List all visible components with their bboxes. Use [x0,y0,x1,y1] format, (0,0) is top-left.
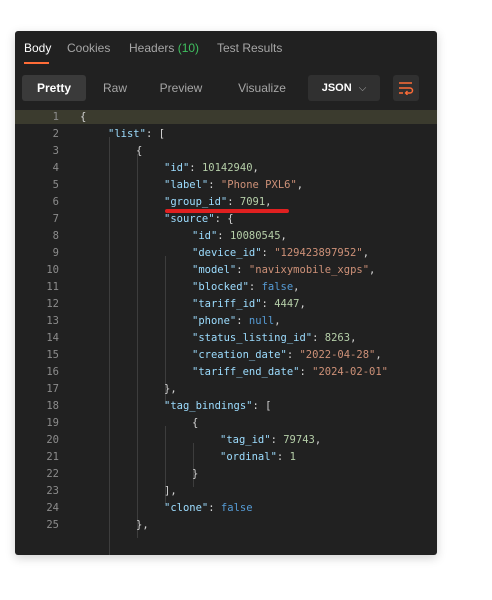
code-text: "ordinal": 1 [220,451,296,463]
response-panel: Body Cookies Headers (10) Test Results P… [15,31,437,555]
chevron-down-icon: ⌵ [358,83,367,94]
json-code-view[interactable]: 1 {2 "list": [ 3 {4 "id": 10142940, 5 "label": … [15,108,437,555]
indent-guide [137,154,138,538]
raw-button[interactable]: Raw [93,75,137,101]
line-number: 1 [52,111,59,123]
active-tab-indicator [24,62,49,64]
code-text: "status_listing_id": 8263, [192,332,357,344]
line-number: 15 [46,349,59,361]
code-text: "list": [ [108,128,165,140]
line-number: 9 [52,247,59,259]
indent-guide [109,137,110,555]
line-number: 19 [46,417,59,429]
code-text: "tariff_id": 4447, [192,298,306,310]
code-text: "label": "Phone PXL6", [164,179,304,191]
code-text: "tag_id": 79743, [220,434,322,446]
code-text: }, [164,383,177,395]
tab-cookies[interactable]: Cookies [67,41,110,55]
tab-body[interactable]: Body [24,41,51,55]
line-number: 3 [52,145,59,157]
code-text: "clone": false [164,502,253,514]
code-text: }, [136,519,149,531]
code-text: "device_id": "129423897952", [192,247,370,259]
line-number: 18 [46,400,59,412]
code-text: "source": { [164,213,234,225]
preview-button[interactable]: Preview [149,75,213,101]
line-number: 2 [52,128,59,140]
line-number: 21 [46,451,59,463]
line-number: 17 [46,383,59,395]
pretty-button[interactable]: Pretty [22,75,86,101]
code-text: } [192,468,199,480]
code-text: "creation_date": "2022-04-28", [192,349,382,361]
line-number: 14 [46,332,59,344]
code-text: "phone": null, [192,315,281,327]
code-text: { [80,111,87,123]
code-text: "tag_bindings": [ [164,400,272,412]
tab-headers[interactable]: Headers (10) [129,41,199,55]
line-number: 24 [46,502,59,514]
code-text: { [192,417,199,429]
line-number: 16 [46,366,59,378]
code-text: "tariff_end_date": "2024-02-01" [192,366,388,378]
code-text: "blocked": false, [192,281,300,293]
code-text: { [136,145,143,157]
line-number: 13 [46,315,59,327]
line-number: 7 [52,213,59,225]
id-annotation-underline [165,209,289,213]
format-select-value: JSON [321,82,352,94]
current-line-highlight [15,110,437,124]
line-number: 11 [46,281,59,293]
line-number: 6 [52,196,59,208]
line-number: 22 [46,468,59,480]
line-number: 4 [52,162,59,174]
line-number: 20 [46,434,59,446]
headers-count-badge: (10) [177,41,200,55]
code-text: ], [164,485,177,497]
response-tabs: Body Cookies Headers (10) Test Results [15,31,437,65]
line-number: 10 [46,264,59,276]
line-number: 23 [46,485,59,497]
wrap-lines-button[interactable] [393,75,419,101]
line-number: 25 [46,519,59,531]
line-number: 12 [46,298,59,310]
code-text: "id": 10142940, [164,162,259,174]
wrap-lines-icon [398,82,414,98]
code-text: "id": 10080545, [192,230,287,242]
body-toolbar: Pretty Raw Preview Visualize JSON ⌵ [15,71,437,103]
visualize-button[interactable]: Visualize [225,75,299,101]
line-number: 8 [52,230,59,242]
tab-test-results[interactable]: Test Results [217,41,282,55]
format-select[interactable]: JSON ⌵ [308,75,380,101]
line-number: 5 [52,179,59,191]
tab-headers-label: Headers [129,41,175,55]
code-text: "model": "navixymobile_xgps", [192,264,376,276]
